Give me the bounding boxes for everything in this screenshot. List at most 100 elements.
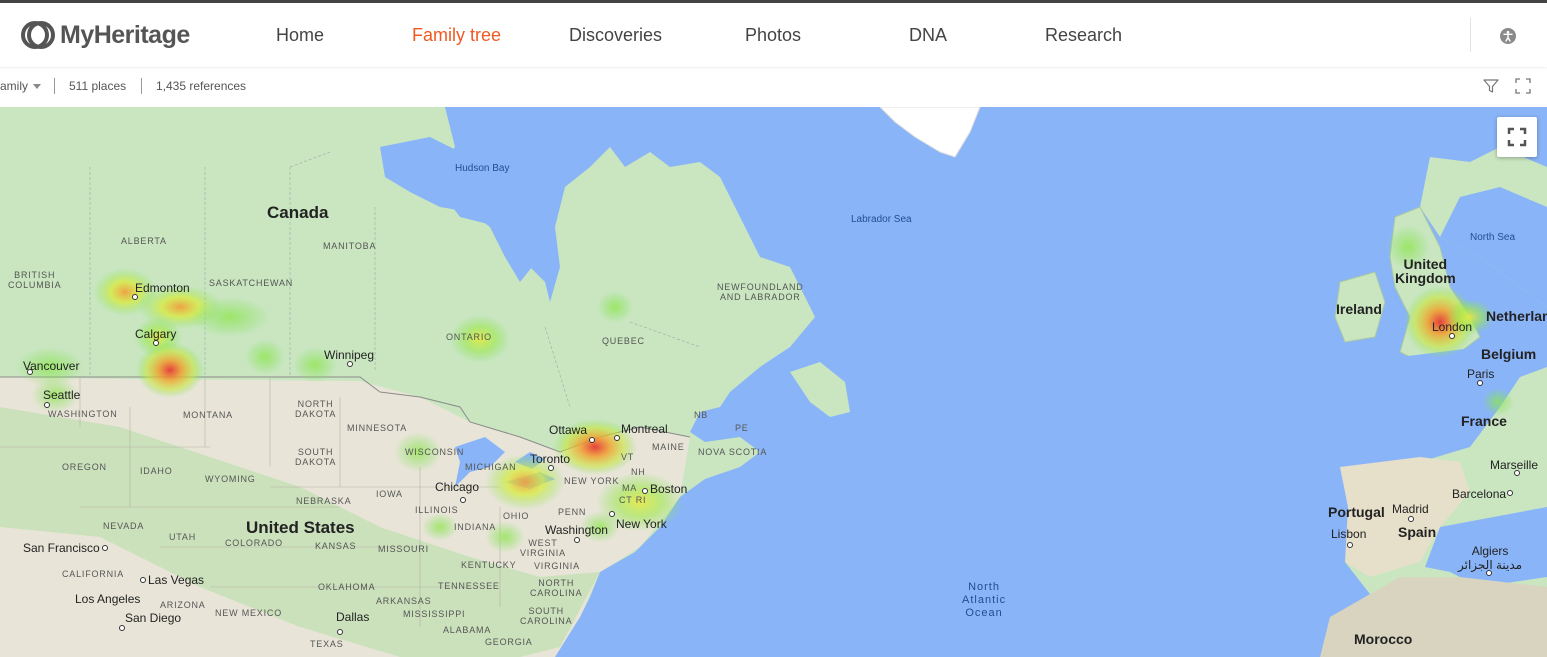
label-kansas: KANSAS bbox=[315, 541, 357, 551]
label-idaho: IDAHO bbox=[140, 466, 173, 476]
label-alberta: ALBERTA bbox=[121, 236, 167, 246]
filter-icon[interactable] bbox=[1482, 77, 1500, 95]
label-portugal: Portugal bbox=[1328, 504, 1385, 520]
scope-dropdown[interactable]: amily bbox=[0, 79, 42, 93]
map-base bbox=[0, 107, 1547, 657]
nav-family-tree[interactable]: Family tree bbox=[412, 25, 501, 46]
brand-name: MyHeritage bbox=[60, 20, 190, 49]
label-virginia: VIRGINIA bbox=[534, 561, 580, 571]
label-new-mexico: NEW MEXICO bbox=[215, 608, 283, 618]
caret-down-icon bbox=[33, 84, 42, 90]
fullscreen-icon bbox=[1507, 127, 1527, 147]
greenland bbox=[879, 107, 981, 158]
map-toolbar: amily 511 places 1,435 references bbox=[0, 67, 1547, 107]
label-utah: UTAH bbox=[169, 532, 197, 542]
label-quebec: QUEBEC bbox=[602, 336, 645, 346]
label-montreal: Montreal bbox=[621, 422, 668, 436]
label-texas: TEXAS bbox=[310, 639, 344, 649]
nav-home[interactable]: Home bbox=[276, 25, 324, 46]
newfoundland bbox=[790, 362, 850, 417]
label-spain: Spain bbox=[1398, 524, 1437, 540]
label-iowa: IOWA bbox=[376, 489, 403, 499]
label-marseille: Marseille bbox=[1490, 458, 1539, 472]
label-nebraska: NEBRASKA bbox=[296, 496, 352, 506]
label-san-francisco: San Francisco bbox=[23, 541, 100, 555]
label-nova-scotia: NOVA SCOTIA bbox=[698, 447, 768, 457]
label-minnesota: MINNESOTA bbox=[347, 423, 408, 433]
label-saskatchewan: SASKATCHEWAN bbox=[209, 278, 294, 288]
myheritage-logo-icon bbox=[21, 21, 55, 49]
label-vancouver: Vancouver bbox=[23, 359, 80, 373]
label-north-carolina: NORTH CAROLINA bbox=[530, 578, 583, 598]
map-fullscreen-button[interactable] bbox=[1497, 117, 1537, 157]
label-california: CALIFORNIA bbox=[62, 569, 125, 579]
label-morocco: Morocco bbox=[1354, 631, 1413, 647]
label-south-dakota: SOUTH DAKOTA bbox=[295, 447, 337, 467]
label-los-angeles: Los Angeles bbox=[75, 592, 141, 606]
header-divider bbox=[1470, 18, 1471, 52]
accessibility-icon[interactable] bbox=[1500, 28, 1516, 44]
label-netherlands: Netherlan bbox=[1486, 308, 1547, 324]
label-washington: Washington bbox=[545, 523, 608, 537]
label-united-kingdom: United Kingdom bbox=[1395, 256, 1456, 286]
nav-discoveries[interactable]: Discoveries bbox=[569, 25, 662, 46]
label-oregon: OREGON bbox=[62, 462, 107, 472]
label-michigan: MICHIGAN bbox=[465, 462, 517, 472]
heatmap-map[interactable]: Hudson Bay Labrador Sea North Sea North … bbox=[0, 107, 1547, 657]
label-hudson-bay: Hudson Bay bbox=[455, 163, 510, 174]
label-san-diego: San Diego bbox=[125, 611, 182, 625]
label-boston: Boston bbox=[650, 482, 688, 496]
label-las-vegas: Las Vegas bbox=[148, 573, 205, 587]
label-canada: Canada bbox=[267, 203, 329, 222]
references-count: 1,435 references bbox=[156, 79, 247, 93]
label-north-atlantic: North Atlantic Ocean bbox=[962, 581, 1007, 619]
label-dallas: Dallas bbox=[336, 610, 370, 624]
label-tennessee: TENNESSEE bbox=[438, 581, 500, 591]
label-kentucky: KENTUCKY bbox=[461, 560, 517, 570]
myheritage-logo[interactable]: MyHeritage bbox=[20, 20, 190, 50]
label-north-sea: North Sea bbox=[1470, 232, 1516, 243]
label-pe: PE bbox=[735, 423, 749, 433]
label-algiers: Algiers مدينة الجزائر bbox=[1458, 544, 1523, 572]
label-alabama: ALABAMA bbox=[443, 625, 492, 635]
label-north-dakota: NORTH DAKOTA bbox=[295, 399, 337, 419]
label-labrador-sea: Labrador Sea bbox=[851, 214, 912, 225]
label-south-carolina: SOUTH CAROLINA bbox=[520, 606, 573, 626]
label-seattle: Seattle bbox=[43, 388, 81, 402]
label-newfoundland: NEWFOUNDLAND AND LABRADOR bbox=[717, 282, 804, 302]
label-london: London bbox=[1432, 320, 1473, 334]
label-maine: MAINE bbox=[652, 442, 685, 452]
label-lisbon: Lisbon bbox=[1331, 527, 1367, 541]
label-belgium: Belgium bbox=[1481, 346, 1537, 362]
label-nh: NH bbox=[631, 467, 646, 477]
label-toronto: Toronto bbox=[530, 452, 571, 466]
expand-icon[interactable] bbox=[1514, 77, 1532, 95]
label-vt: VT bbox=[621, 452, 635, 462]
label-new-york-state: NEW YORK bbox=[564, 476, 620, 486]
label-penn: PENN bbox=[558, 507, 587, 517]
label-winnipeg: Winnipeg bbox=[324, 348, 375, 362]
label-missouri: MISSOURI bbox=[378, 544, 429, 554]
label-manitoba: MANITOBA bbox=[323, 241, 377, 251]
nav-research[interactable]: Research bbox=[1045, 25, 1122, 46]
label-indiana: INDIANA bbox=[454, 522, 497, 532]
label-montana: MONTANA bbox=[183, 410, 233, 420]
label-oklahoma: OKLAHOMA bbox=[318, 582, 376, 592]
label-paris: Paris bbox=[1467, 367, 1495, 381]
label-ct-ri: CT RI bbox=[619, 495, 647, 505]
label-barcelona: Barcelona bbox=[1452, 487, 1507, 501]
scope-label: amily bbox=[0, 79, 29, 93]
label-madrid: Madrid bbox=[1392, 502, 1429, 516]
label-france: France bbox=[1461, 413, 1507, 429]
toolbar-separator bbox=[54, 78, 55, 94]
header: MyHeritage Home Family tree Discoveries … bbox=[0, 3, 1547, 67]
label-united-states: United States bbox=[246, 518, 355, 537]
nav-dna[interactable]: DNA bbox=[909, 25, 947, 46]
label-wisconsin: WISCONSIN bbox=[405, 447, 465, 457]
nav-photos[interactable]: Photos bbox=[745, 25, 801, 46]
label-ontario: ONTARIO bbox=[446, 332, 492, 342]
label-west-virginia: WEST VIRGINIA bbox=[520, 538, 566, 558]
label-illinois: ILLINOIS bbox=[415, 505, 459, 515]
label-nb: NB bbox=[694, 410, 709, 420]
label-mississippi: MISSISSIPPI bbox=[403, 609, 466, 619]
